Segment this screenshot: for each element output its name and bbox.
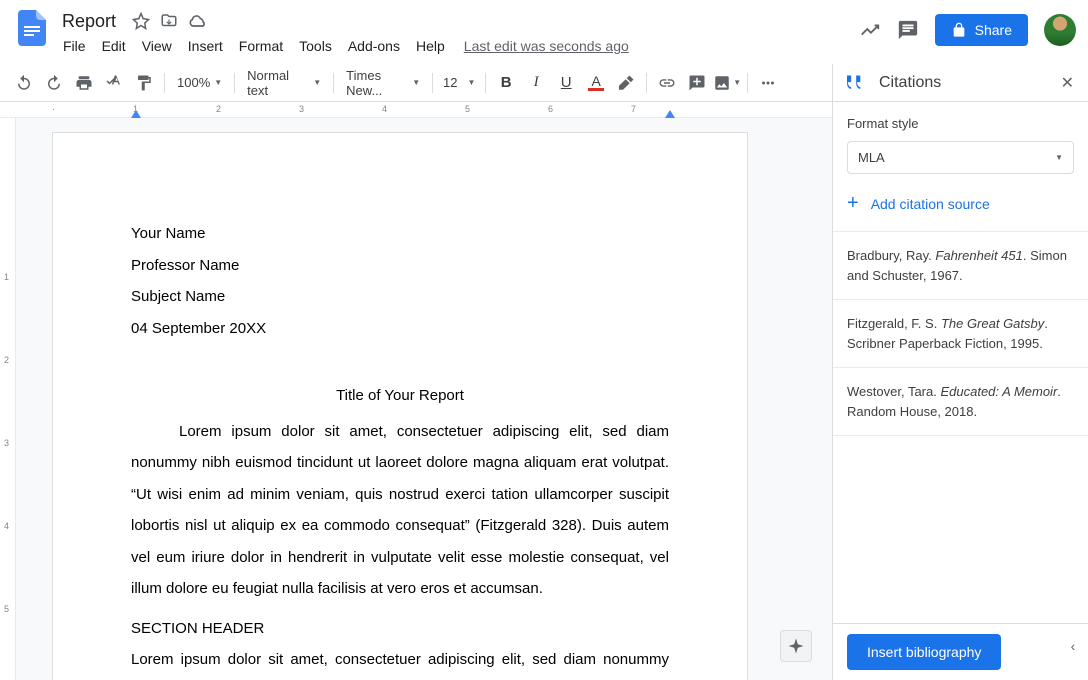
ruler-tick: 5 [465, 104, 470, 114]
plus-icon: + [847, 192, 859, 215]
ruler-tick: 3 [299, 104, 304, 114]
ruler-tick: 6 [548, 104, 553, 114]
close-icon[interactable]: ✕ [1061, 73, 1074, 93]
vruler-tick: 5 [4, 604, 9, 614]
side-panel-toggle[interactable]: ‹ [1062, 630, 1084, 662]
redo-icon[interactable] [40, 69, 68, 97]
indent-marker-right[interactable] [665, 110, 675, 120]
app-header: Report File Edit View Insert Format Tool… [0, 0, 1088, 64]
header-right: Share [859, 8, 1076, 46]
chevron-down-icon: ▼ [1055, 153, 1063, 162]
font-size-select[interactable]: 12▼ [439, 71, 479, 94]
vruler-tick: 2 [4, 355, 9, 365]
add-citation-source[interactable]: + Add citation source [847, 192, 1074, 215]
star-icon[interactable] [132, 12, 150, 30]
doc-line: 04 September 20XX [131, 313, 669, 345]
quote-icon [847, 75, 867, 91]
ruler-tick: 1 [133, 104, 138, 114]
menu-edit[interactable]: Edit [95, 34, 133, 58]
link-icon[interactable] [653, 69, 681, 97]
ruler-tick: 7 [631, 104, 636, 114]
doc-line: Subject Name [131, 281, 669, 313]
add-comment-icon[interactable] [683, 69, 711, 97]
menu-view[interactable]: View [135, 34, 179, 58]
ruler-tick: · [52, 104, 55, 114]
menu-file[interactable]: File [56, 34, 93, 58]
menu-tools[interactable]: Tools [292, 34, 339, 58]
ruler-tick: 2 [216, 104, 221, 114]
format-style-select[interactable]: MLA ▼ [847, 141, 1074, 174]
style-select[interactable]: Normal text▼ [241, 64, 327, 102]
text-color-icon[interactable]: A [582, 69, 610, 97]
vertical-ruler[interactable]: 1 2 3 4 5 [0, 118, 16, 680]
bold-icon[interactable]: B [492, 69, 520, 97]
doc-line: Your Name [131, 218, 669, 250]
share-button[interactable]: Share [935, 14, 1028, 46]
add-source-label: Add citation source [871, 196, 990, 212]
highlight-icon[interactable] [612, 69, 640, 97]
format-style-label: Format style [847, 116, 1074, 131]
menu-addons[interactable]: Add-ons [341, 34, 407, 58]
menu-insert[interactable]: Insert [181, 34, 230, 58]
citations-body: Format style MLA ▼ + Add citation source… [833, 102, 1088, 623]
comments-icon[interactable] [897, 19, 919, 41]
vruler-tick: 1 [4, 272, 9, 282]
cloud-status-icon[interactable] [188, 13, 208, 29]
citation-item[interactable]: Fitzgerald, F. S. The Great Gatsby. Scri… [833, 300, 1088, 368]
ruler-tick: 4 [382, 104, 387, 114]
citations-footer: Insert bibliography [833, 623, 1088, 680]
doc-line: Professor Name [131, 250, 669, 282]
more-icon[interactable] [754, 69, 782, 97]
document-page[interactable]: Your Name Professor Name Subject Name 04… [52, 132, 748, 680]
share-label: Share [975, 22, 1012, 38]
citations-header: Citations ✕ [833, 64, 1088, 102]
vruler-tick: 4 [4, 521, 9, 531]
doc-paragraph: Lorem ipsum dolor sit amet, consectetuer… [131, 416, 669, 605]
doc-title[interactable]: Report [56, 9, 122, 34]
citation-item[interactable]: Westover, Tara. Educated: A Memoir. Rand… [833, 368, 1088, 436]
vruler-tick: 3 [4, 438, 9, 448]
citations-panel: Citations ✕ Format style MLA ▼ + Add cit… [832, 64, 1088, 680]
docs-logo[interactable] [12, 8, 52, 48]
citation-item[interactable]: Bradbury, Ray. Fahrenheit 451. Simon and… [833, 232, 1088, 300]
zoom-select[interactable]: 100%▼ [171, 71, 228, 94]
doc-section-header: SECTION HEADER [131, 613, 669, 645]
print-icon[interactable] [70, 69, 98, 97]
doc-paragraph: Lorem ipsum dolor sit amet, consectetuer… [131, 644, 669, 680]
paint-format-icon[interactable] [130, 69, 158, 97]
undo-icon[interactable] [10, 69, 38, 97]
document-area: · 1 2 3 4 5 6 7 1 2 3 4 5 Your Name Prof… [0, 102, 832, 680]
underline-icon[interactable]: U [552, 69, 580, 97]
explore-button[interactable] [780, 630, 812, 662]
title-area: Report File Edit View Insert Format Tool… [56, 8, 859, 58]
spellcheck-icon[interactable] [100, 69, 128, 97]
menu-format[interactable]: Format [232, 34, 290, 58]
doc-title-center: Title of Your Report [131, 380, 669, 412]
format-style-value: MLA [858, 150, 885, 165]
citations-title: Citations [879, 74, 1049, 92]
last-edit-link[interactable]: Last edit was seconds ago [464, 38, 629, 54]
insert-bibliography-button[interactable]: Insert bibliography [847, 634, 1001, 670]
avatar[interactable] [1044, 14, 1076, 46]
italic-icon[interactable]: I [522, 69, 550, 97]
move-icon[interactable] [160, 12, 178, 30]
activity-icon[interactable] [859, 19, 881, 41]
menu-bar: File Edit View Insert Format Tools Add-o… [56, 34, 859, 58]
menu-help[interactable]: Help [409, 34, 452, 58]
lock-icon [951, 22, 967, 38]
font-select[interactable]: Times New...▼ [340, 64, 426, 102]
insert-image-icon[interactable]: ▼ [713, 69, 741, 97]
horizontal-ruler[interactable]: · 1 2 3 4 5 6 7 [0, 102, 832, 118]
